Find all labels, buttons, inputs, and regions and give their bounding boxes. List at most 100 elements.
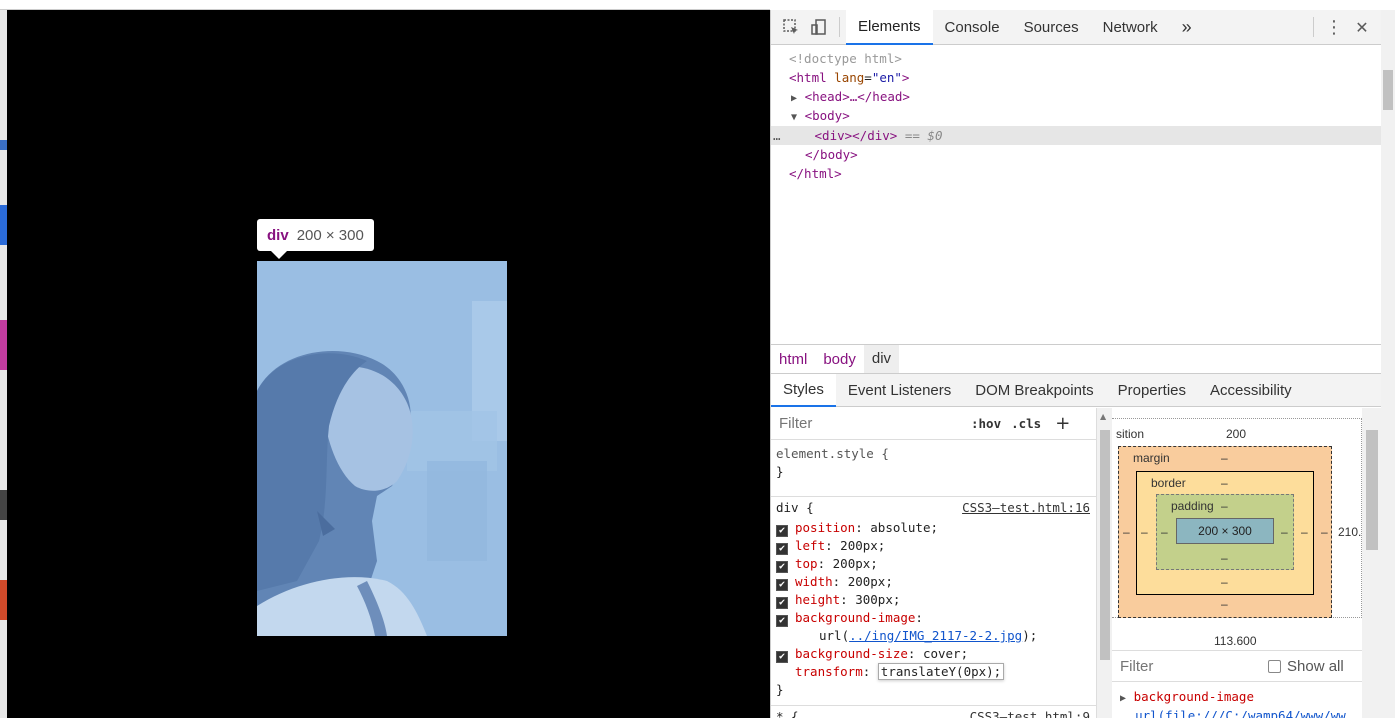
dom-node-body[interactable]: ▼ <body> xyxy=(771,106,1382,125)
computed-filter-input[interactable] xyxy=(1112,653,1262,679)
tab-sources[interactable]: Sources xyxy=(1012,10,1091,45)
prop-value[interactable]: cover; xyxy=(923,646,968,661)
style-prop-row[interactable]: ✔ top: 200px; xyxy=(776,555,878,573)
element-style-selector[interactable]: element.style { xyxy=(776,445,889,463)
padding-bottom-value[interactable]: – xyxy=(1221,551,1228,565)
border-left-value[interactable]: – xyxy=(1141,525,1148,539)
prop-name[interactable]: width xyxy=(795,574,833,589)
scrollbar-thumb[interactable] xyxy=(1366,430,1378,550)
prop-value[interactable]: 200px; xyxy=(848,574,893,589)
prop-checkbox[interactable]: ✔ xyxy=(776,597,788,609)
border-right-value[interactable]: – xyxy=(1301,525,1308,539)
computed-prop-value[interactable]: url(file:///C:/wamp64/www/ww xyxy=(1135,708,1346,718)
universal-rule-source-link[interactable]: CSS3—test.html:9 xyxy=(970,708,1090,718)
scrollbar-thumb[interactable] xyxy=(1100,430,1110,660)
universal-selector[interactable]: * { xyxy=(776,708,799,718)
hover-state-button[interactable]: :hov xyxy=(971,416,1001,431)
dom-node-html-close[interactable]: </html> xyxy=(771,164,1382,183)
inspect-element-icon[interactable] xyxy=(777,13,805,41)
style-prop-row[interactable]: ✔ height: 300px; xyxy=(776,591,900,609)
bg-image-link[interactable]: ../ing/IMG_2117-2-2.jpg xyxy=(849,628,1022,643)
expand-triangle-icon[interactable]: ▶ xyxy=(791,93,797,104)
scrollbar-thumb[interactable] xyxy=(1383,70,1393,110)
bg-image-value[interactable]: url(../ing/IMG_2117-2-2.jpg); xyxy=(819,627,1037,645)
prop-value[interactable]: 300px; xyxy=(855,592,900,607)
expand-triangle-icon[interactable]: ▶ xyxy=(1120,693,1126,704)
scroll-up-icon[interactable]: ▲ xyxy=(1100,412,1106,421)
prop-checkbox[interactable]: ✔ xyxy=(776,561,788,573)
breadcrumb-body[interactable]: body xyxy=(815,351,864,368)
prop-value[interactable]: 200px; xyxy=(840,538,885,553)
border-bottom-value[interactable]: – xyxy=(1221,575,1228,589)
device-toolbar-icon[interactable] xyxy=(805,13,833,41)
style-prop-row[interactable]: ✔ position: absolute; xyxy=(776,519,938,537)
prop-name[interactable]: top xyxy=(795,556,818,571)
tab-styles[interactable]: Styles xyxy=(771,373,836,407)
prop-checkbox[interactable]: ✔ xyxy=(776,525,788,537)
tab-console[interactable]: Console xyxy=(933,10,1012,45)
tab-properties[interactable]: Properties xyxy=(1106,374,1198,407)
padding-right-value[interactable]: – xyxy=(1281,525,1288,539)
dom-node-head[interactable]: ▶ <head>…</head> xyxy=(771,87,1382,106)
prop-checkbox[interactable]: ✔ xyxy=(776,579,788,591)
margin-top-value[interactable]: – xyxy=(1221,451,1228,465)
div-rule-source-link[interactable]: CSS3—test.html:16 xyxy=(962,499,1090,517)
div-selector[interactable]: div { xyxy=(776,499,814,517)
padding-left-value[interactable]: – xyxy=(1161,525,1168,539)
tab-network[interactable]: Network xyxy=(1091,10,1170,45)
collapse-triangle-icon[interactable]: ▼ xyxy=(791,112,797,123)
position-bottom-value[interactable]: 113.600 xyxy=(1214,634,1257,648)
highlighted-div[interactable] xyxy=(257,261,507,636)
position-right-value[interactable]: 210. xyxy=(1338,525,1361,539)
close-icon[interactable]: ✕ xyxy=(1348,13,1376,41)
tab-dom-breakpoints[interactable]: DOM Breakpoints xyxy=(963,374,1105,407)
prop-name[interactable]: height xyxy=(795,592,840,607)
margin-bottom-value[interactable]: – xyxy=(1221,597,1228,611)
more-tabs-icon[interactable]: » xyxy=(1170,10,1204,45)
node-actions-icon[interactable]: … xyxy=(773,128,781,143)
style-prop-row[interactable]: ✔ background-size: cover; xyxy=(776,645,968,663)
box-model-content[interactable]: 200 × 300 xyxy=(1176,518,1274,544)
show-all-checkbox[interactable]: Show all xyxy=(1268,658,1344,675)
tab-event-listeners[interactable]: Event Listeners xyxy=(836,374,963,407)
prop-name[interactable]: position xyxy=(795,520,855,535)
computed-property[interactable]: ▶ background-image url(file:///C:/wamp64… xyxy=(1120,688,1346,718)
dom-node-html[interactable]: <html lang="en"> xyxy=(771,68,1382,87)
styles-scrollbar[interactable]: ▲ xyxy=(1096,408,1112,718)
prop-name[interactable]: background-size xyxy=(795,646,908,661)
prop-checkbox[interactable]: ✔ xyxy=(776,615,788,627)
page-viewport[interactable]: div 200 × 300 xyxy=(7,10,770,718)
breadcrumb-div[interactable]: div xyxy=(863,345,900,373)
class-toggle-button[interactable]: .cls xyxy=(1011,416,1041,431)
prop-value[interactable]: 200px; xyxy=(833,556,878,571)
padding-top-value[interactable]: – xyxy=(1221,499,1228,513)
prop-value-editor[interactable]: translateY(0px); xyxy=(877,663,1005,680)
border-top-value[interactable]: – xyxy=(1221,476,1228,490)
style-prop-row-editing[interactable]: transform: translateY(0px); xyxy=(795,663,1005,681)
style-prop-row[interactable]: ✔ width: 200px; xyxy=(776,573,893,591)
style-prop-row[interactable]: ✔ background-image: xyxy=(776,609,923,627)
styles-filter-input[interactable] xyxy=(775,410,961,437)
new-rule-button[interactable]: + xyxy=(1055,413,1070,434)
kebab-menu-icon[interactable]: ⋮ xyxy=(1320,13,1348,41)
dom-node-body-close[interactable]: </body> xyxy=(771,145,1382,164)
dom-node-doctype[interactable]: <!doctype html> xyxy=(771,49,1382,68)
prop-name[interactable]: transform xyxy=(795,664,863,679)
dom-node-div-selected[interactable]: … <div></div> == $0 xyxy=(771,126,1382,145)
page-scrollbar[interactable] xyxy=(1381,10,1395,718)
margin-right-value[interactable]: – xyxy=(1321,525,1328,539)
breadcrumb-html[interactable]: html xyxy=(771,351,815,368)
prop-checkbox[interactable]: ✔ xyxy=(776,543,788,555)
position-top-value[interactable]: 200 xyxy=(1226,427,1246,441)
checkbox-box[interactable] xyxy=(1268,659,1281,673)
prop-value[interactable]: absolute; xyxy=(870,520,938,535)
computed-scrollbar[interactable] xyxy=(1362,408,1382,718)
tab-accessibility[interactable]: Accessibility xyxy=(1198,374,1304,407)
margin-left-value[interactable]: – xyxy=(1123,525,1130,539)
tab-elements[interactable]: Elements xyxy=(846,9,933,45)
style-prop-row[interactable]: ✔ left: 200px; xyxy=(776,537,885,555)
prop-checkbox[interactable]: ✔ xyxy=(776,651,788,663)
prop-name[interactable]: background-image xyxy=(795,610,915,625)
border-label: border xyxy=(1151,476,1186,490)
prop-name[interactable]: left xyxy=(795,538,825,553)
